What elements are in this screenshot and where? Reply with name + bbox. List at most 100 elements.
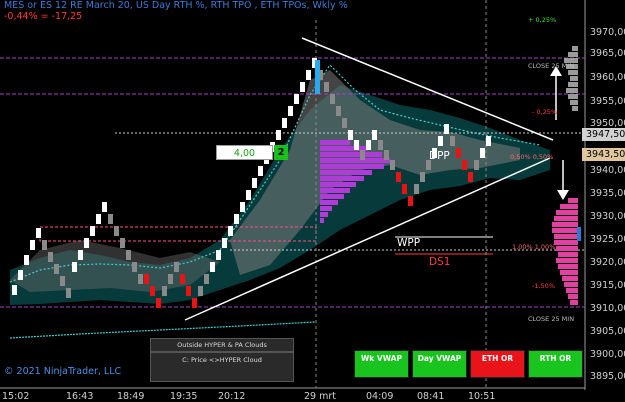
x-tick-2012: 20:12	[218, 391, 246, 402]
right-profile-bar-17	[570, 300, 578, 305]
renko-brick-0	[12, 285, 17, 295]
down-arrow-head	[557, 190, 569, 200]
renko-brick-57	[354, 140, 359, 150]
renko-brick-22	[144, 274, 149, 284]
current-price-label: 3947,50	[582, 128, 625, 141]
renko-brick-55	[342, 118, 347, 128]
weekly-vwap-line	[9, 321, 316, 339]
renko-brick-79	[486, 136, 491, 146]
renko-brick-34	[216, 250, 221, 260]
highlight-brick	[315, 60, 320, 94]
y-tick-3900: 3900,00	[590, 349, 625, 360]
y-tick-3965: 3965,00	[590, 48, 625, 59]
renko-brick-32	[204, 274, 209, 284]
pct-minus-150: -1,50%	[532, 282, 555, 290]
renko-brick-4	[36, 228, 41, 238]
renko-brick-54	[336, 106, 341, 116]
renko-brick-23	[150, 286, 155, 296]
renko-brick-53	[330, 94, 335, 104]
y-tick-3935: 3935,00	[590, 188, 625, 199]
right-profile-bar-6	[554, 234, 578, 239]
renko-chart[interactable]	[0, 0, 625, 402]
renko-brick-6	[48, 252, 53, 262]
right-profile-bar-16	[568, 294, 578, 299]
right-profile-bar-10	[556, 258, 578, 263]
renko-brick-7	[54, 264, 59, 274]
x-tick-29mrt: 29 mrt	[304, 391, 336, 402]
renko-brick-65	[402, 184, 407, 194]
wk-vwap-button[interactable]: Wk VWAP	[354, 350, 409, 378]
y-tick-3915: 3915,00	[590, 280, 625, 291]
renko-brick-38	[240, 202, 245, 212]
x-tick-1051: 10:51	[468, 391, 496, 402]
renko-brick-60	[372, 130, 377, 140]
renko-brick-27	[174, 262, 179, 272]
y-tick-3960: 3960,00	[590, 72, 625, 83]
hyper-price-cloud-button[interactable]: C: Price <>HYPER Cloud	[150, 352, 294, 382]
renko-brick-68	[420, 172, 425, 182]
chart-panel[interactable]: MES or ES 12 RE March 20, US Day RTH %, …	[0, 0, 625, 402]
copyright-notice: © 2021 NinjaTrader, LLC	[4, 366, 122, 377]
renko-brick-67	[414, 184, 419, 194]
renko-brick-64	[396, 172, 401, 182]
y-tick-3905: 3905,00	[590, 326, 625, 337]
profile-bar-6	[320, 176, 364, 181]
renko-brick-45	[282, 118, 287, 128]
right-profile-bar-0	[568, 198, 578, 203]
renko-brick-24	[156, 298, 161, 308]
renko-brick-39	[246, 190, 251, 200]
eth-or-button[interactable]: ETH OR	[470, 350, 525, 378]
renko-brick-37	[234, 214, 239, 224]
right-profile-bar-1	[560, 204, 578, 209]
renko-brick-63	[390, 160, 395, 170]
y-tick-3930: 3930,00	[590, 211, 625, 222]
profile-bar-7	[320, 182, 356, 187]
profile-bar-13	[320, 218, 324, 223]
right-upper-profile-bar-7	[566, 88, 578, 93]
renko-brick-61	[378, 140, 383, 150]
renko-brick-59	[366, 140, 371, 150]
renko-brick-62	[384, 150, 389, 160]
renko-brick-17	[114, 226, 119, 236]
right-profile-bar-14	[564, 282, 578, 287]
renko-brick-16	[108, 214, 113, 224]
hyper-outside-button[interactable]: Outside HYPER & PA Clouds	[150, 338, 294, 352]
renko-brick-40	[252, 178, 257, 188]
renko-brick-5	[42, 240, 47, 250]
right-profile-bar-15	[566, 288, 578, 293]
secondary-price-label: 3943,50	[582, 148, 625, 161]
y-tick-3955: 3955,00	[590, 96, 625, 107]
renko-brick-11	[78, 250, 83, 260]
close-25min-bottom: CLOSE 25 MIN	[528, 315, 575, 323]
x-tick-0409: 04:09	[366, 391, 394, 402]
brick-size-field[interactable]: 4,00	[216, 145, 273, 160]
wpp-label: WPP	[397, 237, 421, 249]
renko-brick-20	[132, 262, 137, 272]
right-upper-profile-bar-10	[572, 106, 578, 111]
renko-brick-77	[474, 160, 479, 170]
right-profile-bar-12	[560, 270, 578, 275]
renko-brick-71	[438, 136, 443, 146]
right-profile-bar-9	[558, 252, 578, 257]
day-vwap-button[interactable]: Day VWAP	[412, 350, 467, 378]
right-profile-bar-7	[554, 240, 578, 245]
rth-or-button[interactable]: RTH OR	[528, 350, 583, 378]
renko-brick-19	[126, 250, 131, 260]
renko-brick-49	[306, 70, 311, 80]
renko-brick-75	[462, 160, 467, 170]
renko-brick-10	[72, 262, 77, 272]
y-tick-3940: 3940,00	[590, 165, 625, 176]
renko-brick-21	[138, 274, 143, 284]
pct-050-pair: 0,50% 0,50%	[510, 153, 554, 161]
pct-minus-025: - 0,25%	[532, 108, 558, 116]
y-tick-3910: 3910,00	[590, 303, 625, 314]
profile-bar-0	[320, 140, 350, 145]
y-tick-3925: 3925,00	[590, 234, 625, 245]
renko-brick-29	[186, 286, 191, 296]
renko-brick-30	[192, 298, 197, 308]
close-25min-top: CLOSE 25 MIN	[528, 62, 575, 70]
left-price-cloud	[10, 240, 220, 292]
right-profile-bar-4	[552, 222, 578, 227]
y-tick-3920: 3920,00	[590, 257, 625, 268]
x-tick-1849: 18:49	[117, 391, 145, 402]
